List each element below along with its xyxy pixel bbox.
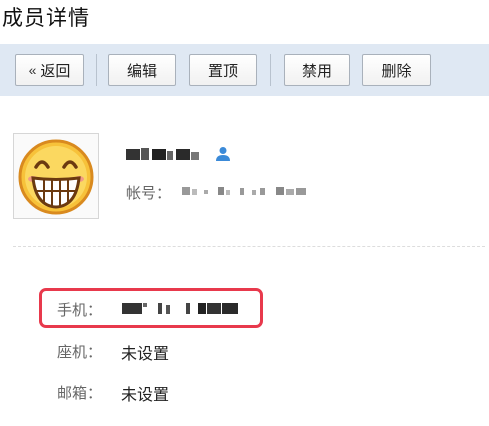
back-arrow-icon: « [28, 62, 37, 78]
user-icon [216, 147, 230, 161]
toolbar-separator [96, 54, 97, 86]
email-value: 未设置 [121, 387, 170, 404]
page-title: 成员详情 [2, 7, 90, 30]
account-value-redacted [182, 187, 306, 195]
member-name-redacted [126, 148, 199, 160]
phone-value-redacted [122, 303, 238, 314]
toolbar-separator [270, 54, 271, 86]
phone-label: 手机： [57, 302, 103, 319]
toolbar: « 返回 编辑 置顶 禁用 删除 [0, 44, 489, 96]
edit-button[interactable]: 编辑 [108, 54, 176, 86]
back-button-label: 返回 [40, 62, 71, 80]
section-divider [13, 246, 485, 247]
email-label: 邮箱： [57, 385, 103, 402]
back-button[interactable]: « 返回 [15, 54, 84, 86]
pin-top-button[interactable]: 置顶 [189, 54, 257, 86]
delete-button[interactable]: 删除 [362, 54, 431, 86]
landline-label: 座机： [57, 344, 103, 361]
avatar [13, 133, 99, 219]
disable-button[interactable]: 禁用 [284, 54, 350, 86]
grinning-face-icon [18, 139, 94, 215]
account-label: 帐号： [126, 185, 172, 202]
landline-value: 未设置 [121, 346, 170, 363]
